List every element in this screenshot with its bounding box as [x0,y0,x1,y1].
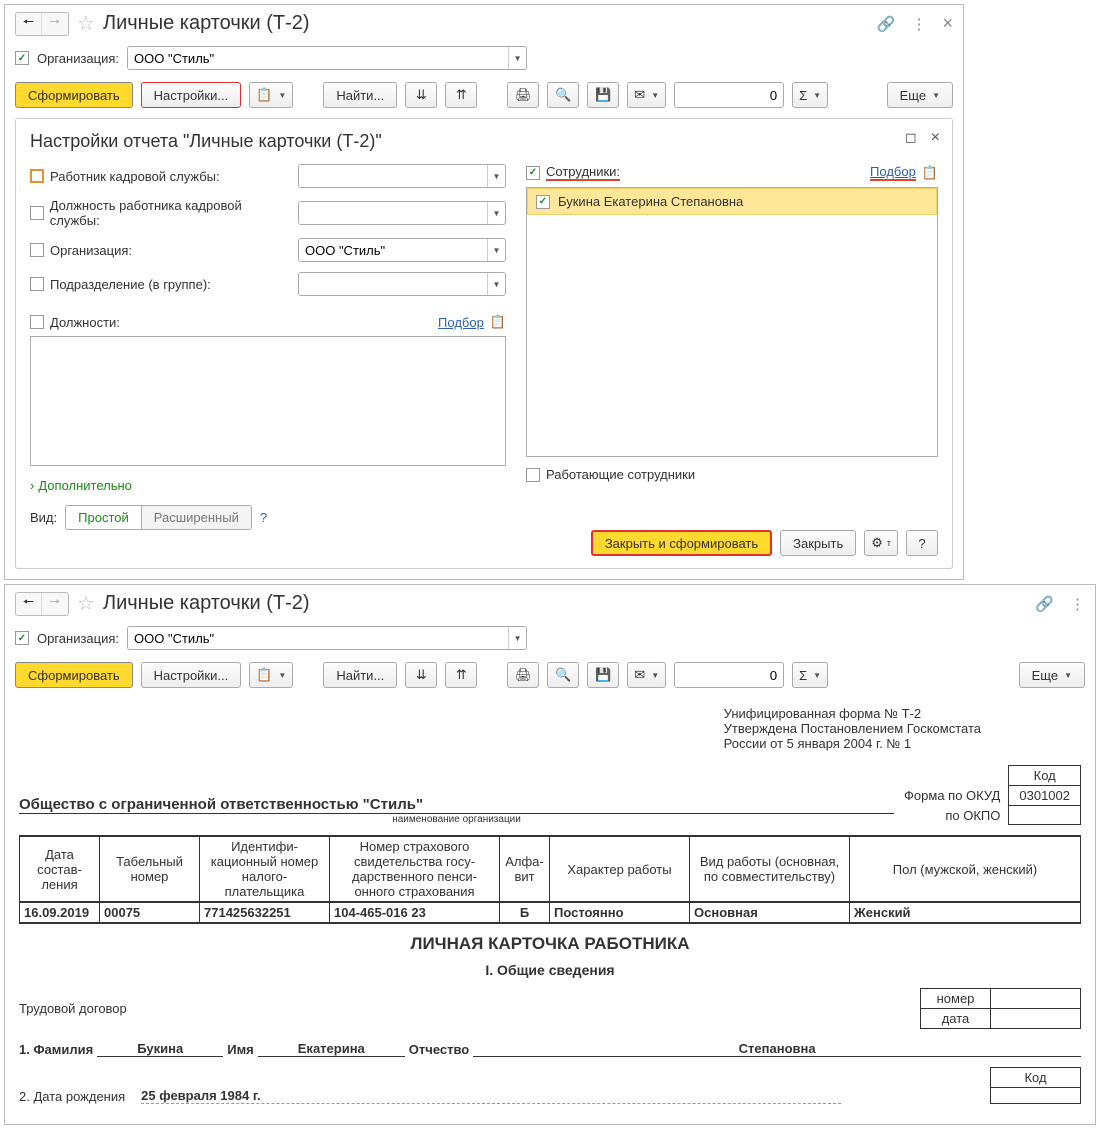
employee-item[interactable]: Букина Екатерина Степановна [527,188,937,215]
save-button[interactable]: 💾 [587,662,619,688]
employee-item-checkbox[interactable] [536,195,550,209]
settings-org-combo[interactable]: ▼ [298,238,506,262]
employees-checkbox[interactable] [526,166,540,180]
working-employees-checkbox[interactable] [526,468,540,482]
chevron-down-icon[interactable]: ▼ [508,47,526,69]
view-simple[interactable]: Простой [66,506,142,529]
star-icon[interactable]: ☆ [77,11,95,36]
collapse-groups-button[interactable]: ⇊ [405,662,437,688]
org-checkbox[interactable] [15,631,29,645]
employees-list[interactable]: Букина Екатерина Степановна [526,187,938,457]
window-title: Личные карточки (Т-2) [103,12,310,35]
view-extended[interactable]: Расширенный [142,506,251,529]
star-icon[interactable]: ☆ [77,591,95,616]
find-button[interactable]: Найти... [323,82,397,108]
window-title: Личные карточки (Т-2) [103,592,310,615]
link-icon[interactable]: 🔗 [877,15,896,33]
more-settings-link[interactable]: › Дополнительно [30,478,506,493]
link-icon[interactable]: 🔗 [1035,595,1054,613]
mail-button[interactable]: ✉▼ [627,662,666,688]
settings-button[interactable]: Настройки... [141,662,242,688]
hr-worker-combo[interactable]: ▼ [298,164,506,188]
mail-button[interactable]: ✉▼ [627,82,666,108]
nav-back[interactable]: 🠔 [16,593,42,615]
more-button[interactable]: Еще▼ [1019,662,1085,688]
org-label: Организация: [37,51,119,66]
org-label: Организация: [37,631,119,646]
print-button[interactable]: 🖨 [507,82,539,108]
org-input[interactable] [128,47,508,69]
settings-panel: ◻ × Настройки отчета "Личные карточки (Т… [15,118,953,569]
help-link[interactable]: ? [260,510,267,525]
contract-table: номер дата [920,988,1081,1029]
collapse-groups-button[interactable]: ⇊ [405,82,437,108]
paste-variants-button[interactable]: 📋▼ [249,82,293,108]
org-input[interactable] [128,627,508,649]
birth-code-table: Код [990,1067,1081,1104]
org-combo[interactable]: ▼ [127,46,527,70]
expand-groups-button[interactable]: ⇈ [445,82,477,108]
sum-button[interactable]: Σ▼ [792,662,828,688]
dept-checkbox[interactable] [30,277,44,291]
nav-forward[interactable]: 🠖 [42,593,68,615]
main-grid: Дата состав- ления Табельный номер Идент… [19,835,1081,924]
help-button[interactable]: ? [906,530,938,556]
paste-icon[interactable]: 📋 [922,165,938,181]
preview-button[interactable]: 🔍 [547,82,579,108]
employees-select-link[interactable]: Подбор [870,164,916,181]
print-button[interactable]: 🖨 [507,662,539,688]
chevron-down-icon[interactable]: ▼ [487,273,505,295]
paste-variants-button[interactable]: 📋▼ [249,662,293,688]
form-button[interactable]: Сформировать [15,82,133,108]
chevron-down-icon[interactable]: ▼ [487,202,505,224]
dept-combo[interactable]: ▼ [298,272,506,296]
hr-position-checkbox[interactable] [30,206,44,220]
name-row: 1. Фамилия Букина Имя Екатерина Отчество… [19,1041,1081,1057]
nav-forward[interactable]: 🠖 [42,13,68,35]
preview-button[interactable]: 🔍 [547,662,579,688]
close-and-form-button[interactable]: Закрыть и сформировать [591,530,772,556]
settings-button[interactable]: Настройки... [141,82,242,108]
kebab-icon[interactable]: ⋮ [911,15,926,33]
nav-back[interactable]: 🠔 [16,13,42,35]
org-checkbox[interactable] [15,51,29,65]
kebab-icon[interactable]: ⋮ [1070,595,1085,613]
employee-item-label: Букина Екатерина Степановна [558,194,743,209]
find-button[interactable]: Найти... [323,662,397,688]
codes-table: Код Форма по ОКУД0301002 по ОКПО [894,765,1081,825]
close-button[interactable]: Закрыть [780,530,856,556]
view-mode-segment[interactable]: Простой Расширенный [65,505,252,530]
nav-arrows: 🠔 🠖 [15,592,69,616]
settings-title: Настройки отчета "Личные карточки (Т-2)" [30,131,938,152]
doc-main-title: ЛИЧНАЯ КАРТОЧКА РАБОТНИКА [19,934,1081,954]
chevron-down-icon[interactable]: ▼ [487,165,505,187]
maximize-icon[interactable]: ◻ [905,129,917,147]
org-combo[interactable]: ▼ [127,626,527,650]
nav-arrows: 🠔 🠖 [15,12,69,36]
positions-select-link[interactable]: Подбор [438,315,484,330]
save-button[interactable]: 💾 [587,82,619,108]
document-area: Унифицированная форма № Т-2 Утверждена П… [5,698,1095,1124]
form-button[interactable]: Сформировать [15,662,133,688]
close-settings-icon[interactable]: × [931,129,940,147]
positions-checkbox[interactable] [30,315,44,329]
hr-position-combo[interactable]: ▼ [298,201,506,225]
positions-list[interactable] [30,336,506,466]
expand-groups-button[interactable]: ⇈ [445,662,477,688]
chevron-down-icon[interactable]: ▼ [508,627,526,649]
paste-icon[interactable]: 📋 [490,314,506,330]
sum-button[interactable]: Σ▼ [792,82,828,108]
more-button[interactable]: Еще▼ [887,82,953,108]
chevron-down-icon[interactable]: ▼ [487,239,505,261]
hr-worker-checkbox[interactable] [30,169,44,183]
close-icon[interactable]: × [942,13,953,34]
filter-settings-button[interactable]: ⚙т [864,530,898,556]
number-input[interactable] [674,662,784,688]
org-full-name: Общество с ограниченной ответственностью… [19,796,894,814]
doc-section-title: I. Общие сведения [19,962,1081,978]
number-input[interactable] [674,82,784,108]
settings-org-checkbox[interactable] [30,243,44,257]
